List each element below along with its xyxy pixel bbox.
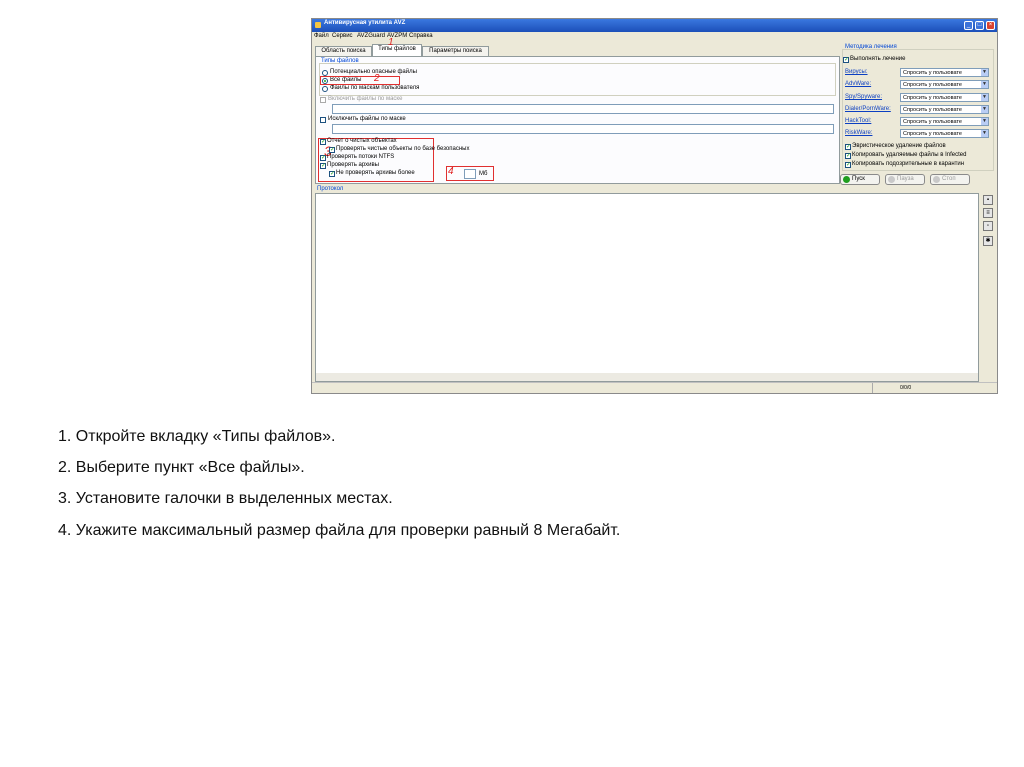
annotation-2: 2: [374, 73, 380, 84]
status-counter: 0/0/0: [900, 385, 912, 391]
treat-viruses-link[interactable]: Вирусы:: [845, 69, 868, 75]
chevron-down-icon: ▼: [981, 118, 988, 125]
menu-avzguard[interactable]: AVZGuard: [357, 33, 385, 39]
treat-hacktool-select[interactable]: Спросить у пользовате ▼: [900, 117, 989, 126]
protocol-log[interactable]: [315, 193, 979, 382]
status-divider: [872, 383, 873, 393]
stop-button[interactable]: Стоп: [930, 174, 970, 185]
archive-size-unit: Мб: [479, 171, 488, 177]
menu-help[interactable]: Справка: [409, 33, 433, 39]
clean-report-label: Отчет о чистых объектах: [327, 138, 397, 144]
pause-button[interactable]: Пауза: [885, 174, 925, 185]
copy-infected-label: Копировать удаляемые файлы в Infected: [852, 152, 967, 158]
protocol-label: Протокол: [317, 186, 344, 192]
app-icon: [315, 22, 321, 28]
enable-treatment-label: Выполнять лечение: [850, 56, 906, 62]
archive-size-input[interactable]: [464, 169, 476, 179]
check-archives-label: Проверять архивы: [327, 162, 379, 168]
treat-adware-link[interactable]: AdvWare:: [845, 81, 871, 87]
chevron-down-icon: ▼: [981, 69, 988, 76]
start-button[interactable]: Пуск: [840, 174, 880, 185]
skip-large-archives-label: Не проверять архивы более: [336, 170, 415, 176]
treat-viruses-select[interactable]: Спросить у пользовате ▼: [900, 68, 989, 77]
minimize-icon[interactable]: _: [964, 21, 973, 30]
copy-log-icon[interactable]: ▫: [983, 221, 993, 231]
treat-riskware-link[interactable]: RiskWare:: [845, 130, 872, 136]
exclude-mask-checkbox[interactable]: [320, 117, 326, 123]
exclude-mask-label: Исключить файлы по маске: [328, 116, 406, 122]
tab-search-params[interactable]: Параметры поиска: [422, 46, 489, 56]
save-log-icon[interactable]: ▪: [983, 195, 993, 205]
heuristic-delete-checkbox[interactable]: ✓: [845, 144, 851, 150]
safe-base-label: Проверять чистые объекты по базе безопас…: [336, 146, 470, 152]
annotation-4: 4: [448, 166, 454, 177]
annotation-box-2: [320, 76, 400, 85]
copy-quarantine-label: Копировать подозрительные в карантин: [852, 161, 965, 167]
stop-icon: [933, 176, 940, 183]
safe-base-checkbox[interactable]: ✓: [329, 147, 335, 153]
instruction-1: 1. Откройте вкладку «Типы файлов».: [58, 428, 336, 445]
enable-treatment-checkbox[interactable]: ✓: [843, 57, 849, 63]
window-title: Антивирусная утилита AVZ: [324, 20, 406, 26]
ntfs-streams-checkbox[interactable]: ✓: [320, 155, 326, 161]
annotation-1: 1: [388, 37, 394, 48]
treat-spyware-select[interactable]: Спросить у пользовате ▼: [900, 93, 989, 102]
copy-quarantine-checkbox[interactable]: ✓: [845, 162, 851, 168]
include-mask-checkbox[interactable]: [320, 97, 326, 103]
include-mask-input[interactable]: [332, 104, 834, 114]
status-bar: 0/0/0: [312, 382, 997, 393]
clean-report-checkbox[interactable]: ✓: [320, 139, 326, 145]
treat-riskware-select[interactable]: Спросить у пользовате ▼: [900, 129, 989, 138]
app-window: Антивирусная утилита AVZ _ □ × Файл Серв…: [311, 18, 998, 394]
treat-adware-select[interactable]: Спросить у пользовате ▼: [900, 80, 989, 89]
radio-user-mask-files[interactable]: [322, 86, 328, 92]
treat-hacktool-link[interactable]: HackTool:: [845, 118, 871, 124]
exclude-mask-input[interactable]: [332, 124, 834, 134]
settings-icon[interactable]: ✱: [983, 236, 993, 246]
treat-dialer-link[interactable]: Dialer/PornWare:: [845, 106, 891, 112]
close-icon[interactable]: ×: [986, 21, 995, 30]
heuristic-delete-label: Эвристическое удаление файлов: [852, 143, 946, 149]
title-bar: Антивирусная утилита AVZ _ □ ×: [312, 19, 997, 32]
file-types-panel: Типы файлов Потенциально опасные файлы В…: [315, 56, 840, 184]
chevron-down-icon: ▼: [981, 130, 988, 137]
pause-icon: [888, 176, 895, 183]
chevron-down-icon: ▼: [981, 106, 988, 113]
menu-service[interactable]: Сервис: [332, 33, 353, 39]
instruction-3: 3. Установите галочки в выделенных места…: [58, 490, 393, 507]
radio-user-mask-files-label: Файлы по маскам пользователя: [330, 85, 420, 91]
chevron-down-icon: ▼: [981, 94, 988, 101]
treat-dialer-select[interactable]: Спросить у пользовате ▼: [900, 105, 989, 114]
skip-large-archives-checkbox[interactable]: ✓: [329, 171, 335, 177]
instruction-2: 2. Выберите пункт «Все файлы».: [58, 459, 305, 476]
infected-list-icon[interactable]: ≡: [983, 208, 993, 218]
check-archives-checkbox[interactable]: ✓: [320, 163, 326, 169]
copy-infected-checkbox[interactable]: ✓: [845, 153, 851, 159]
maximize-icon[interactable]: □: [975, 21, 984, 30]
menu-file[interactable]: Файл: [314, 33, 329, 39]
include-mask-label: Включить файлы по маске: [328, 96, 403, 102]
horizontal-scrollbar[interactable]: [316, 373, 978, 381]
chevron-down-icon: ▼: [981, 81, 988, 88]
tab-search-area[interactable]: Область поиска: [315, 46, 372, 56]
treat-spyware-link[interactable]: Spy/Spyware:: [845, 94, 882, 100]
tab-file-types[interactable]: Типы файлов: [372, 44, 422, 56]
menu-bar: Файл Сервис AVZGuard AVZPM Справка: [312, 32, 997, 42]
play-icon: [843, 176, 850, 183]
instruction-4: 4. Укажите максимальный размер файла для…: [58, 522, 621, 539]
ntfs-streams-label: Проверять потоки NTFS: [327, 154, 395, 160]
